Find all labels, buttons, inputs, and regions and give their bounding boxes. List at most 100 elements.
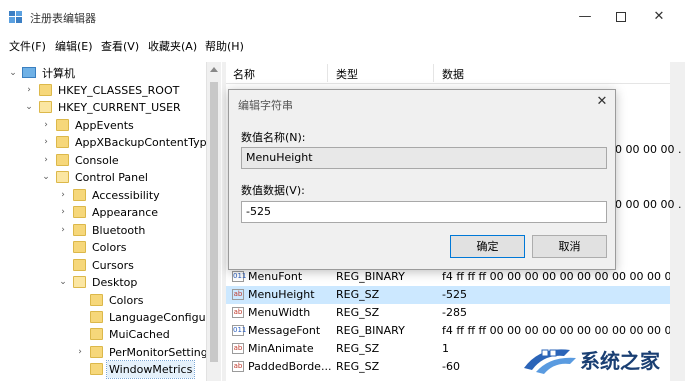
folder-icon [73, 206, 86, 218]
edit-string-dialog: 编辑字符串 ✕ 数值名称(N): MenuHeight 数值数据(V): -52… [228, 89, 616, 270]
column-separator[interactable] [327, 64, 328, 82]
value-data: -285 [442, 306, 467, 319]
partial-value-data: 00 00 00 00 . [608, 198, 682, 211]
close-window-button[interactable]: ✕ [642, 5, 676, 29]
tree-label: Bluetooth [92, 224, 146, 237]
chevron-down-icon[interactable]: ⌄ [8, 65, 18, 82]
chevron-right-icon[interactable]: › [41, 134, 51, 151]
value-name: PaddedBorde... [248, 360, 332, 373]
scroll-up-arrow-icon[interactable] [210, 67, 218, 72]
value-name: MinAnimate [248, 342, 314, 355]
value-data: -525 [442, 288, 467, 301]
tree-label: Control Panel [75, 171, 148, 184]
tree-label: MuiCached [109, 328, 170, 341]
tree-node-language[interactable]: LanguageConfigura [0, 309, 217, 326]
chevron-right-icon[interactable]: › [24, 82, 34, 99]
watermark-text: 系统之家 [580, 349, 660, 373]
chevron-down-icon[interactable]: ⌄ [41, 169, 51, 186]
window-title: 注册表编辑器 [30, 12, 96, 25]
tree-label: WindowMetrics [105, 360, 196, 379]
value-type: REG_SZ [336, 342, 380, 355]
scroll-thumb[interactable] [210, 82, 218, 362]
watermark-logo-icon [524, 349, 576, 374]
regedit-icon [9, 11, 22, 23]
tree-label: Desktop [92, 276, 138, 289]
tree-node-controlpanel[interactable]: ⌄ Control Panel [0, 169, 200, 186]
list-row-selected[interactable]: ab MenuHeight REG_SZ -525 [226, 286, 685, 304]
value-name: MenuFont [248, 270, 303, 283]
value-name-label: 数值名称(N): [241, 131, 306, 144]
tree-node-desktop-colors[interactable]: Colors [0, 292, 200, 309]
folder-open-icon [39, 101, 52, 113]
column-header-name[interactable]: 名称 [233, 66, 255, 82]
tree-node-hkcr[interactable]: › HKEY_CLASSES_ROOT [0, 82, 200, 99]
tree-node-appx[interactable]: › AppXBackupContentType [0, 134, 213, 151]
folder-icon [73, 241, 86, 253]
string-value-icon: ab [232, 307, 244, 318]
chevron-right-icon[interactable]: › [75, 344, 85, 361]
watermark: 系统之家 [520, 338, 680, 378]
menu-edit[interactable]: 编辑(E) [55, 38, 93, 54]
tree-label: 计算机 [42, 67, 75, 80]
binary-value-icon: 011 [232, 271, 247, 282]
chevron-right-icon[interactable]: › [41, 117, 51, 134]
value-type: REG_BINARY [336, 270, 405, 283]
menu-help[interactable]: 帮助(H) [205, 38, 244, 54]
tree-node-windowmetrics[interactable]: WindowMetrics [0, 360, 200, 379]
value-data: 1 [442, 342, 449, 355]
tree-label: Colors [109, 294, 144, 307]
folder-icon [90, 328, 103, 340]
menu-view[interactable]: 查看(V) [101, 38, 139, 54]
tree-scrollbar[interactable] [206, 62, 221, 381]
chevron-right-icon[interactable]: › [41, 152, 51, 169]
tree-node-colors[interactable]: Colors [0, 239, 200, 256]
column-separator[interactable] [433, 64, 434, 82]
value-data-label: 数值数据(V): [241, 184, 305, 197]
tree-node-permonitor[interactable]: › PerMonitorSettings [0, 344, 213, 361]
menu-favorites[interactable]: 收藏夹(A) [148, 38, 197, 54]
value-data-field[interactable]: -525 [241, 201, 607, 223]
menu-file[interactable]: 文件(F) [9, 38, 46, 54]
tree-node-muicached[interactable]: MuiCached [0, 326, 200, 343]
computer-icon [22, 67, 36, 78]
tree-node-desktop[interactable]: ⌄ Desktop [0, 274, 200, 291]
string-value-icon: ab [232, 343, 244, 354]
minimize-button[interactable]: — [568, 5, 602, 29]
tree-label: HKEY_CURRENT_USER [58, 101, 181, 114]
chevron-right-icon[interactable]: › [58, 222, 68, 239]
chevron-down-icon[interactable]: ⌄ [24, 99, 34, 116]
folder-icon [73, 224, 86, 236]
value-type: REG_SZ [336, 360, 380, 373]
binary-value-icon: 011 [232, 325, 247, 336]
tree-node-console[interactable]: › Console [0, 152, 200, 169]
tree-node-computer[interactable]: ⌄ 计算机 [0, 65, 200, 82]
column-header-type[interactable]: 类型 [336, 66, 358, 82]
tree-label: AppXBackupContentType [75, 136, 214, 149]
cancel-button[interactable]: 取消 [532, 235, 607, 258]
chevron-right-icon[interactable]: › [58, 204, 68, 221]
tree-label: PerMonitorSettings [109, 346, 214, 359]
tree-node-appevents[interactable]: › AppEvents [0, 117, 200, 134]
column-header-data[interactable]: 数据 [442, 66, 464, 82]
chevron-down-icon[interactable]: ⌄ [58, 274, 68, 291]
list-row[interactable]: ab MenuWidth REG_SZ -285 [226, 304, 685, 322]
folder-icon [90, 346, 103, 358]
string-value-icon: ab [232, 289, 244, 300]
value-type: REG_BINARY [336, 324, 405, 337]
tree-node-appearance[interactable]: › Appearance [0, 204, 200, 221]
tree-node-bluetooth[interactable]: › Bluetooth [0, 222, 200, 239]
ok-button[interactable]: 确定 [450, 235, 525, 258]
dialog-close-button[interactable]: ✕ [593, 93, 611, 111]
tree-node-accessibility[interactable]: › Accessibility [0, 187, 200, 204]
chevron-right-icon[interactable]: › [58, 187, 68, 204]
string-value-icon: ab [232, 361, 244, 372]
list-row[interactable]: 011 MenuFont REG_BINARY f4 ff ff ff 00 0… [226, 268, 685, 286]
maximize-button[interactable] [604, 5, 638, 29]
tree-label: Console [75, 154, 119, 167]
value-name-field[interactable]: MenuHeight [241, 147, 607, 169]
tree-label: Colors [92, 241, 127, 254]
tree-node-hkcu[interactable]: ⌄ HKEY_CURRENT_USER [0, 99, 200, 116]
list-scrollbar[interactable] [670, 62, 685, 381]
tree-node-cursors[interactable]: Cursors [0, 257, 200, 274]
tree-label: Cursors [92, 259, 134, 272]
